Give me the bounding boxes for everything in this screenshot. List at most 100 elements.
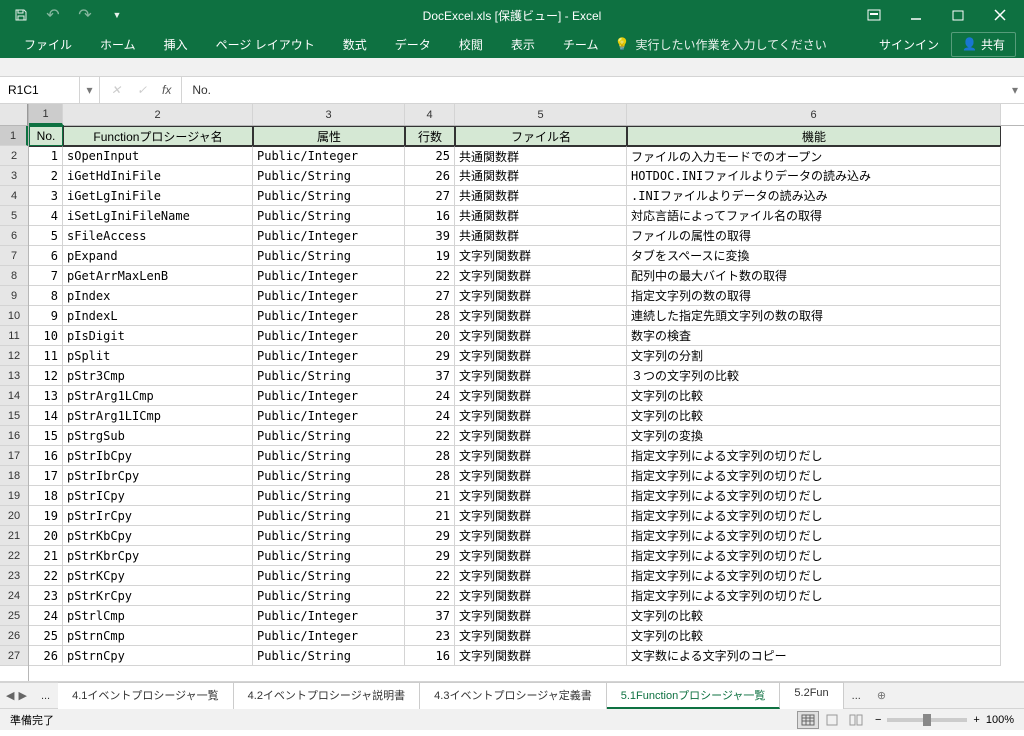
cell[interactable]: 文字列関数群 (455, 426, 627, 446)
page-break-view-button[interactable] (845, 711, 867, 729)
tab-overflow-left[interactable]: ... (33, 690, 58, 702)
cell[interactable]: pStrgSub (63, 426, 253, 446)
ribbon-options-button[interactable] (854, 1, 894, 29)
sheet-tab[interactable]: 5.1Functionプロシージャ一覧 (607, 682, 781, 709)
cell[interactable]: 25 (29, 626, 63, 646)
cell[interactable]: Public/Integer (253, 266, 405, 286)
cell[interactable]: 文字列関数群 (455, 306, 627, 326)
cell[interactable]: 指定文字列による文字列の切りだし (627, 546, 1001, 566)
maximize-button[interactable] (938, 1, 978, 29)
row-header[interactable]: 11 (0, 326, 28, 346)
cell[interactable]: 3 (29, 186, 63, 206)
cell[interactable]: 18 (29, 486, 63, 506)
fx-icon[interactable]: fx (156, 83, 177, 97)
cell[interactable]: 27 (405, 286, 455, 306)
zoom-out-button[interactable]: − (875, 714, 881, 726)
cell[interactable]: 共通関数群 (455, 206, 627, 226)
cell[interactable]: Public/Integer (253, 386, 405, 406)
cell[interactable]: 文字数による文字列のコピー (627, 646, 1001, 666)
cell[interactable]: ３つの文字列の比較 (627, 366, 1001, 386)
cell[interactable]: Public/Integer (253, 406, 405, 426)
cell[interactable]: Public/Integer (253, 146, 405, 166)
sheet-tab[interactable]: 4.3イベントプロシージャ定義書 (420, 682, 607, 709)
cell[interactable]: pStrKCpy (63, 566, 253, 586)
tab-nav-prev-icon[interactable]: ◀ (6, 689, 14, 702)
cell[interactable]: iGetLgIniFile (63, 186, 253, 206)
row-header[interactable]: 6 (0, 226, 28, 246)
cell[interactable]: 文字列関数群 (455, 266, 627, 286)
column-header[interactable]: 6 (627, 104, 1001, 125)
cell[interactable]: 文字列関数群 (455, 486, 627, 506)
cell[interactable]: Public/String (253, 526, 405, 546)
row-header[interactable]: 15 (0, 406, 28, 426)
row-header[interactable]: 2 (0, 146, 28, 166)
zoom-in-button[interactable]: + (973, 714, 979, 726)
row-header[interactable]: 1 (0, 126, 28, 146)
cell[interactable]: 6 (29, 246, 63, 266)
cell[interactable]: Public/Integer (253, 326, 405, 346)
cell[interactable]: 9 (29, 306, 63, 326)
tab-pagelayout[interactable]: ページ レイアウト (204, 32, 327, 57)
cell[interactable]: 数字の検査 (627, 326, 1001, 346)
cell[interactable]: 28 (405, 446, 455, 466)
cell[interactable]: pStrnCpy (63, 646, 253, 666)
cell[interactable]: Public/String (253, 646, 405, 666)
cell[interactable]: 11 (29, 346, 63, 366)
cell[interactable]: 22 (405, 266, 455, 286)
cell[interactable]: Public/String (253, 546, 405, 566)
cell[interactable]: 指定文字列による文字列の切りだし (627, 526, 1001, 546)
cell[interactable]: 25 (405, 146, 455, 166)
cell[interactable]: pSplit (63, 346, 253, 366)
cell[interactable]: iGetHdIniFile (63, 166, 253, 186)
cell[interactable]: 文字列の比較 (627, 406, 1001, 426)
cell[interactable]: 文字列の分割 (627, 346, 1001, 366)
cell[interactable]: pStrIrCpy (63, 506, 253, 526)
cell[interactable]: 文字列関数群 (455, 446, 627, 466)
cell[interactable]: 文字列関数群 (455, 246, 627, 266)
cell[interactable]: 26 (29, 646, 63, 666)
cell[interactable]: sFileAccess (63, 226, 253, 246)
row-header[interactable]: 10 (0, 306, 28, 326)
cell[interactable]: pStrKbCpy (63, 526, 253, 546)
row-header[interactable]: 23 (0, 566, 28, 586)
column-header[interactable]: 2 (63, 104, 253, 125)
name-box[interactable]: R1C1 (0, 77, 80, 103)
cell[interactable]: 文字列関数群 (455, 546, 627, 566)
cell[interactable]: 文字列関数群 (455, 526, 627, 546)
cell[interactable]: 29 (405, 546, 455, 566)
cell[interactable]: 文字列の比較 (627, 606, 1001, 626)
cell[interactable]: 文字列関数群 (455, 386, 627, 406)
cell[interactable]: 24 (405, 406, 455, 426)
row-header[interactable]: 12 (0, 346, 28, 366)
table-header-cell[interactable]: No. (29, 126, 63, 146)
cell[interactable]: pStr3Cmp (63, 366, 253, 386)
cell[interactable]: Public/String (253, 446, 405, 466)
row-header[interactable]: 5 (0, 206, 28, 226)
column-header[interactable]: 3 (253, 104, 405, 125)
row-header[interactable]: 13 (0, 366, 28, 386)
page-layout-view-button[interactable] (821, 711, 843, 729)
row-header[interactable]: 24 (0, 586, 28, 606)
row-header[interactable]: 25 (0, 606, 28, 626)
tell-me-search[interactable]: 💡 実行したい作業を入力してください (614, 36, 826, 53)
cell[interactable]: 23 (29, 586, 63, 606)
cell[interactable]: 共通関数群 (455, 186, 627, 206)
cell[interactable]: 19 (29, 506, 63, 526)
cell[interactable]: 指定文字列による文字列の切りだし (627, 586, 1001, 606)
cell[interactable]: Public/String (253, 366, 405, 386)
tab-file[interactable]: ファイル (12, 32, 84, 57)
cell[interactable]: 文字列関数群 (455, 646, 627, 666)
cancel-formula-button[interactable]: ✕ (104, 83, 128, 97)
cell[interactable]: Public/Integer (253, 306, 405, 326)
select-all-corner[interactable] (0, 104, 28, 126)
cell[interactable]: 2 (29, 166, 63, 186)
tab-nav-next-icon[interactable]: ▶ (18, 689, 26, 702)
cell[interactable]: 13 (29, 386, 63, 406)
row-header[interactable]: 19 (0, 486, 28, 506)
cell[interactable]: 29 (405, 346, 455, 366)
cell[interactable]: 1 (29, 146, 63, 166)
column-header[interactable]: 4 (405, 104, 455, 125)
cell[interactable]: pStrKbrCpy (63, 546, 253, 566)
name-box-dropdown[interactable]: ▾ (80, 77, 100, 103)
sheet-tab[interactable]: 4.1イベントプロシージャ一覧 (58, 682, 234, 709)
